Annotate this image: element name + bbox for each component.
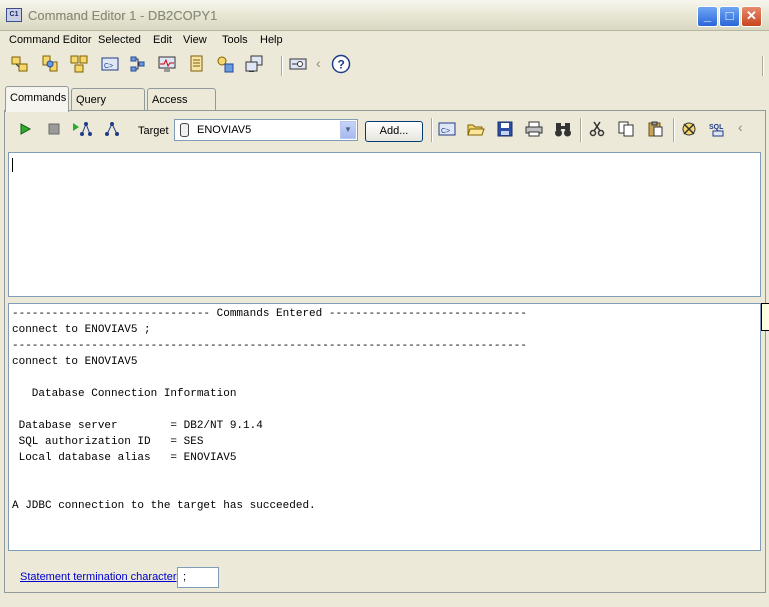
save-icon[interactable] [495, 119, 515, 139]
maximize-button[interactable]: □ [719, 6, 740, 27]
tab-access-plan[interactable]: Access Plan [147, 88, 216, 128]
development-center-icon[interactable] [244, 54, 264, 74]
menu-bar: Command Editor Selected Edit View Tools … [0, 32, 769, 50]
health-center-icon[interactable] [157, 54, 177, 74]
satellite-admin-center-icon[interactable] [69, 54, 89, 74]
main-toolbar: C> ‹ ? [0, 50, 769, 80]
sql-icon[interactable]: SQL [708, 119, 728, 139]
svg-text:?: ? [338, 58, 345, 72]
chevron-down-icon[interactable]: ▼ [340, 121, 356, 139]
toolbar-separator [281, 56, 283, 76]
database-icon [180, 123, 189, 137]
svg-text:SQL: SQL [709, 124, 724, 131]
menu-tools[interactable]: Tools [222, 34, 248, 46]
output-line: Database Connection Information [12, 388, 237, 400]
find-binoculars-icon[interactable] [553, 119, 573, 139]
command-editor-icon[interactable]: C> [100, 54, 120, 74]
svg-text:C>: C> [104, 63, 113, 70]
control-center-icon[interactable] [10, 54, 30, 74]
close-button[interactable]: ✕ [741, 6, 762, 27]
target-label: Target [138, 125, 169, 137]
toolbar-chevron-icon: ‹ [738, 119, 743, 135]
output-line: connect to ENOVIAV5 ; [12, 324, 151, 336]
text-caret [12, 158, 13, 172]
task-center-icon[interactable] [128, 54, 148, 74]
toolbar-right-separator [762, 56, 764, 76]
command-input-area[interactable] [8, 152, 761, 297]
output-line: ----------------------------------------… [12, 340, 527, 352]
execute-and-access-plan-icon[interactable] [72, 119, 92, 139]
output-line: connect to ENOVIAV5 [12, 356, 138, 368]
menu-command-editor[interactable]: Command Editor [9, 34, 92, 46]
menu-view[interactable]: View [183, 34, 207, 46]
stop-icon[interactable] [44, 119, 64, 139]
execute-icon[interactable] [15, 119, 35, 139]
add-button[interactable]: Add... [365, 121, 423, 142]
access-plan-icon[interactable] [102, 119, 122, 139]
svg-text:C>: C> [441, 128, 450, 135]
print-icon[interactable] [524, 119, 544, 139]
output-line: Database server = DB2/NT 9.1.4 [12, 420, 263, 432]
copy-icon[interactable] [616, 119, 636, 139]
tools-settings-icon[interactable] [288, 54, 308, 74]
title-bar[interactable]: C1 Command Editor 1 - DB2COPY1 _ □ ✕ [0, 0, 769, 31]
termination-character-field[interactable]: ; [177, 567, 219, 588]
command-editor-app-icon: C1 [6, 8, 22, 22]
minimize-button[interactable]: _ [697, 6, 718, 27]
command-output-area[interactable]: ------------------------------ Commands … [8, 303, 761, 551]
output-line: Local database alias = ENOVIAV5 [12, 452, 237, 464]
commands-toolbar: Target ENOVIAV5 ▼ Add... C> SQL ‹ [5, 113, 765, 147]
toolbar-separator [580, 118, 582, 142]
toolbar-separator [673, 118, 675, 142]
replication-center-icon[interactable] [40, 54, 60, 74]
toolbar-separator [431, 118, 433, 142]
license-center-icon[interactable] [215, 54, 235, 74]
toolbar-chevron-icon: ‹ [316, 55, 321, 71]
cut-icon[interactable] [587, 119, 607, 139]
sql-assist-icon[interactable] [679, 119, 699, 139]
statement-termination-link[interactable]: Statement termination character [20, 571, 177, 583]
command-window-icon[interactable]: C> [437, 119, 457, 139]
journal-icon[interactable] [186, 54, 206, 74]
open-folder-icon[interactable] [466, 119, 486, 139]
output-line: SQL authorization ID = SES [12, 436, 204, 448]
paste-icon[interactable] [645, 119, 665, 139]
window-title: Command Editor 1 - DB2COPY1 [28, 8, 218, 23]
help-icon[interactable]: ? [331, 54, 351, 74]
menu-help[interactable]: Help [260, 34, 283, 46]
menu-edit[interactable]: Edit [153, 34, 172, 46]
output-line: ------------------------------ Commands … [12, 308, 527, 320]
output-line: A JDBC connection to the target has succ… [12, 500, 316, 512]
target-value: ENOVIAV5 [197, 124, 252, 136]
tab-query-results[interactable]: Query Results [71, 88, 145, 128]
menu-selected[interactable]: Selected [98, 34, 141, 46]
tab-commands[interactable]: Commands [5, 86, 69, 112]
target-dropdown[interactable]: ENOVIAV5 ▼ [174, 119, 358, 141]
tooltip-edge [761, 303, 769, 331]
